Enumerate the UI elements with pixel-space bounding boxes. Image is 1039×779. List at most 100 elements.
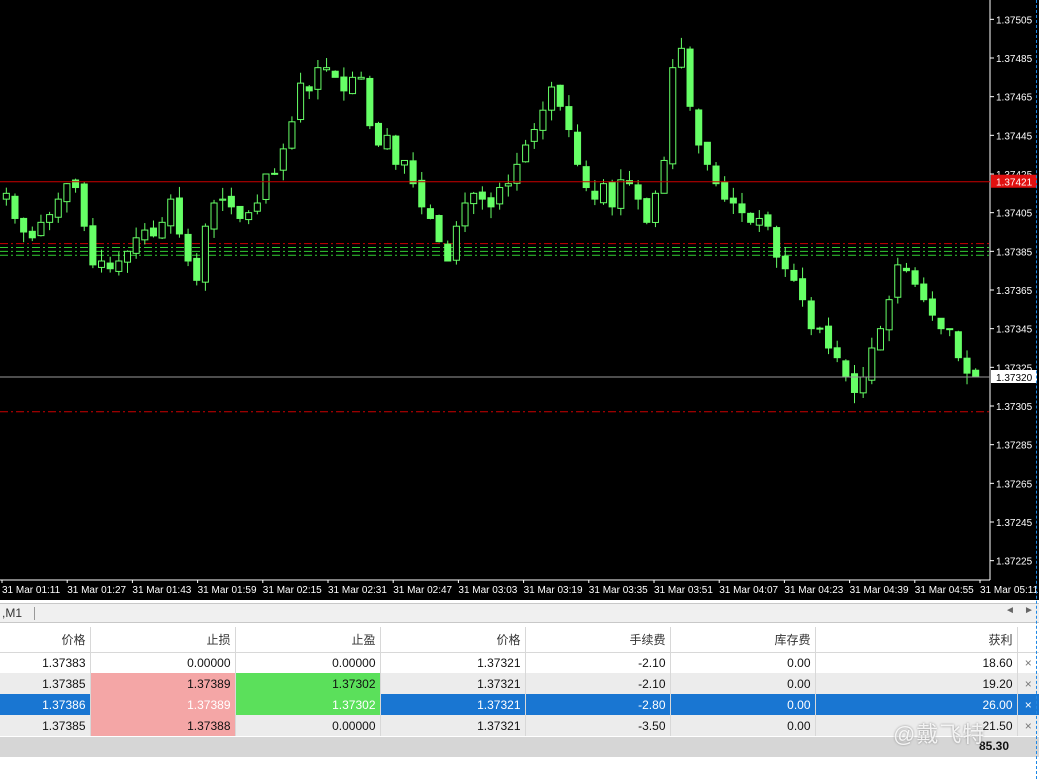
candle (158, 217, 166, 240)
tab-separator (34, 607, 35, 620)
col-header-swap[interactable]: 库存费 (670, 627, 816, 653)
col-header-sl[interactable]: 止损 (90, 627, 236, 653)
candle (227, 187, 235, 215)
candle (773, 225, 781, 268)
time-tick-label: 31 Mar 01:59 (198, 585, 257, 596)
candle (262, 173, 270, 204)
cell-sl: 1.37388 (90, 715, 236, 736)
candle (348, 71, 357, 95)
candle (374, 121, 383, 147)
time-tick-label: 31 Mar 05:11 (980, 585, 1039, 596)
cell-swap: 0.00 (670, 715, 816, 736)
candle (634, 180, 642, 210)
candle (305, 85, 313, 100)
chart-tab[interactable]: ,M1 (2, 606, 22, 620)
price-tick-label: 1.37245 (996, 518, 1033, 529)
candle (167, 194, 175, 234)
col-header-price[interactable]: 价格 (380, 627, 526, 653)
candle (184, 228, 192, 267)
candle (937, 317, 945, 335)
candle (400, 159, 408, 174)
candle (651, 190, 659, 228)
price-tick-label: 1.37385 (996, 247, 1033, 258)
candle (357, 71, 365, 80)
candle (89, 218, 97, 269)
cell-swap: 0.00 (670, 652, 816, 673)
candle (271, 168, 279, 176)
scroll-left-icon[interactable]: ◄ (1005, 605, 1015, 616)
cell-price: 1.37321 (380, 715, 526, 736)
candlestick-chart[interactable]: 1.375051.374851.374651.374451.374251.374… (0, 0, 1039, 600)
cell-price: 1.37321 (380, 652, 526, 673)
table-row[interactable]: 1.37385 1.37388 0.00000 1.37321 -3.50 0.00 21.… (0, 715, 1039, 736)
price-tick-label: 1.37485 (996, 54, 1033, 65)
price-tick-label: 1.37305 (996, 402, 1033, 413)
time-tick-label: 31 Mar 01:27 (67, 585, 126, 596)
candle (833, 340, 841, 363)
candle (340, 67, 348, 101)
cell-tp: 0.00000 (235, 715, 381, 736)
scroll-right-icon[interactable]: ► (1024, 605, 1034, 616)
time-tick-label: 31 Mar 01:43 (132, 585, 191, 596)
time-tick-label: 31 Mar 03:51 (654, 585, 713, 596)
candle (470, 191, 478, 215)
cell-swap: 0.00 (670, 673, 816, 694)
candle (660, 156, 668, 194)
candle (2, 187, 10, 206)
candle (314, 60, 322, 100)
col-header-open-price[interactable]: 价格 (0, 627, 91, 653)
candle (669, 59, 677, 170)
candle (504, 174, 512, 197)
col-header-commission[interactable]: 手续费 (525, 627, 671, 653)
table-header: 价格 止损 止盈 价格 手续费 库存费 获利 (0, 627, 1039, 653)
candle (253, 194, 261, 215)
candle (582, 160, 590, 192)
cell-open-price: 1.37385 (0, 715, 91, 736)
candle (677, 37, 685, 69)
candle (331, 70, 339, 78)
candle (297, 72, 305, 123)
candle (842, 359, 850, 382)
candle (885, 295, 893, 342)
candle (764, 211, 772, 231)
cell-sl: 1.37389 (90, 694, 236, 715)
cell-commission: -2.10 (525, 652, 671, 673)
candle (565, 95, 573, 138)
candle (790, 263, 798, 282)
candle (418, 172, 426, 215)
price-tick-label: 1.37285 (996, 441, 1033, 452)
candle (106, 256, 114, 273)
candle (409, 152, 417, 188)
candle (444, 240, 452, 262)
candle (686, 46, 694, 111)
cell-price: 1.37321 (380, 694, 526, 715)
candle (747, 212, 755, 225)
candle (46, 211, 54, 231)
chart-tab-bar: ,M1 ◄ ► (0, 603, 1039, 623)
candle (123, 250, 132, 273)
table-row[interactable]: 1.37386 1.37389 1.37302 1.37321 -2.80 0.00 26.… (0, 694, 1039, 715)
cell-open-price: 1.37385 (0, 673, 91, 694)
candle (487, 192, 495, 219)
candle (201, 223, 209, 291)
candle (20, 217, 28, 243)
candle (625, 170, 634, 186)
cell-profit: 19.20 (815, 673, 1018, 694)
candle (894, 257, 902, 304)
candle (426, 204, 434, 220)
candle (219, 187, 227, 211)
candle (452, 221, 460, 265)
total-bar: 85.30 (0, 737, 1039, 757)
table-row[interactable]: 1.37383 0.00000 0.00000 1.37321 -2.10 0.00 18.… (0, 652, 1039, 673)
col-header-profit[interactable]: 获利 (815, 627, 1018, 653)
cell-tp: 1.37302 (235, 694, 381, 715)
candle (80, 181, 88, 232)
price-chart[interactable]: 1.375051.374851.374651.374451.374251.374… (0, 0, 1039, 600)
price-tick-label: 1.37465 (996, 93, 1033, 104)
candle (513, 152, 521, 191)
candle (461, 192, 469, 233)
candle (54, 192, 62, 223)
cell-tp: 1.37302 (235, 673, 381, 694)
table-row[interactable]: 1.37385 1.37389 1.37302 1.37321 -2.10 0.00 19.… (0, 673, 1039, 694)
col-header-tp[interactable]: 止盈 (235, 627, 381, 653)
